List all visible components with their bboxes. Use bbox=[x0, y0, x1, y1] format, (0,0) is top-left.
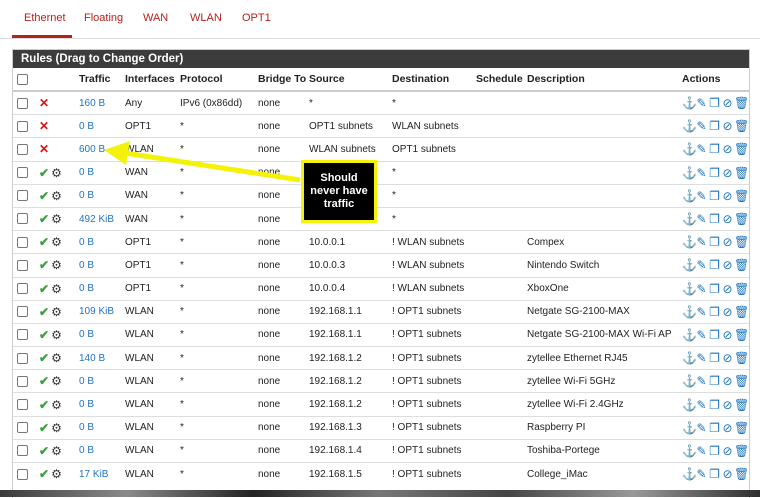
arrow-head bbox=[104, 141, 130, 165]
annotation-callout: Should never have traffic bbox=[301, 160, 377, 223]
arrow-line bbox=[124, 150, 301, 183]
taskbar-strip bbox=[0, 490, 760, 497]
annotation-arrow bbox=[104, 141, 301, 183]
